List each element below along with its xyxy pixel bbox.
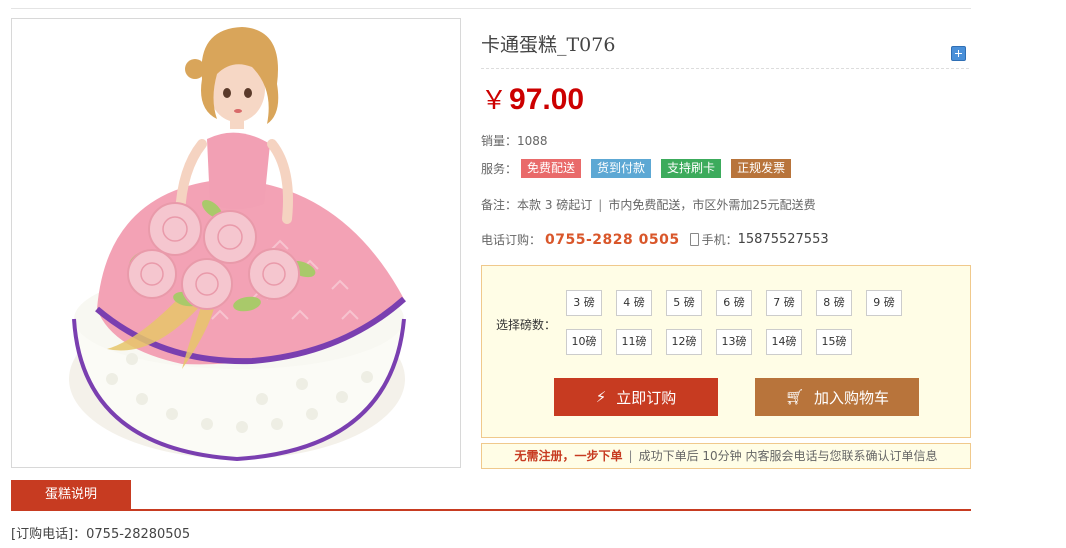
add-to-cart-button[interactable]: 🛒︎ 加入购物车 bbox=[755, 378, 919, 416]
weight-option[interactable]: 12磅 bbox=[666, 329, 702, 355]
order-note: 备注：本款 3 磅起订 | 市内免费配送，市区外需加25元配送费 bbox=[481, 196, 816, 213]
service-tag-invoice: 正规发票 bbox=[731, 159, 792, 178]
order-notice: 无需注册，一步下单 | 成功下单后 10分钟 内客服会电话与您联系确认订单信息 bbox=[481, 443, 971, 469]
note-label: 备注： bbox=[481, 198, 518, 212]
note-separator: | bbox=[598, 198, 603, 212]
note-min-order: 本款 3 磅起订 bbox=[517, 198, 593, 212]
weight-option[interactable]: 5 磅 bbox=[666, 290, 702, 316]
notice-text: 成功下单后 10分钟 内客服会电话与您联系确认订单信息 bbox=[638, 449, 938, 463]
weight-option[interactable]: 15磅 bbox=[816, 329, 852, 355]
product-title: 卡通蛋糕_T076 bbox=[481, 34, 616, 56]
services-label: 服务： bbox=[481, 162, 518, 176]
tab-cake-description[interactable]: 蛋糕说明 bbox=[11, 480, 131, 509]
buy-now-button[interactable]: ⚡ 立即订购 bbox=[554, 378, 718, 416]
mobile-icon bbox=[689, 233, 699, 246]
plus-icon[interactable] bbox=[951, 46, 966, 61]
title-divider bbox=[481, 68, 969, 69]
weight-option[interactable]: 3 磅 bbox=[566, 290, 602, 316]
price-value: 97.00 bbox=[509, 83, 585, 116]
sales-info: 销量：1088 bbox=[481, 132, 548, 149]
currency-symbol: ￥ bbox=[481, 86, 508, 116]
weight-option[interactable]: 10磅 bbox=[566, 329, 602, 355]
service-tag-free-delivery: 免费配送 bbox=[521, 159, 582, 178]
weight-option[interactable]: 11磅 bbox=[616, 329, 652, 355]
weight-selector: 选择磅数： 3 磅 4 磅 5 磅 6 磅 7 磅 8 磅 9 磅 10磅 11… bbox=[481, 265, 971, 438]
phone-number: 0755-2828 0505 bbox=[545, 231, 680, 248]
mobile-label: 手机： bbox=[701, 233, 738, 247]
sales-count: 1088 bbox=[517, 134, 548, 148]
phone-info: 电话订购： 0755-2828 0505 手机： 15875527553 bbox=[481, 231, 829, 248]
weight-option[interactable]: 6 磅 bbox=[716, 290, 752, 316]
lightning-icon: ⚡ bbox=[595, 388, 607, 406]
cart-icon: 🛒︎ bbox=[784, 388, 805, 406]
product-price: ￥97.00 bbox=[481, 80, 584, 117]
weight-option[interactable]: 8 磅 bbox=[816, 290, 852, 316]
service-tag-cod: 货到付款 bbox=[591, 159, 652, 178]
description-tab-bar: 蛋糕说明 bbox=[11, 480, 971, 511]
weight-option[interactable]: 4 磅 bbox=[616, 290, 652, 316]
phone-label: 电话订购： bbox=[481, 233, 542, 247]
note-delivery: 市内免费配送，市区外需加25元配送费 bbox=[608, 198, 816, 212]
buy-now-label: 立即订购 bbox=[616, 388, 677, 407]
weight-option[interactable]: 14磅 bbox=[766, 329, 802, 355]
notice-highlight: 无需注册，一步下单 bbox=[514, 449, 623, 463]
top-divider bbox=[11, 8, 971, 9]
weight-label: 选择磅数： bbox=[496, 318, 557, 332]
services-info: 服务： 免费配送 货到付款 支持刷卡 正规发票 bbox=[481, 159, 801, 178]
weight-option[interactable]: 9 磅 bbox=[866, 290, 902, 316]
product-image[interactable] bbox=[11, 18, 461, 468]
sales-label: 销量： bbox=[481, 134, 518, 148]
mobile-number: 15875527553 bbox=[737, 232, 829, 247]
weight-option[interactable]: 7 磅 bbox=[766, 290, 802, 316]
service-tag-card: 支持刷卡 bbox=[661, 159, 722, 178]
order-phone-text: [订购电话]：0755-28280505 bbox=[11, 527, 191, 542]
weight-option[interactable]: 13磅 bbox=[716, 329, 752, 355]
add-to-cart-label: 加入购物车 bbox=[814, 388, 890, 407]
notice-separator: | bbox=[628, 449, 633, 463]
